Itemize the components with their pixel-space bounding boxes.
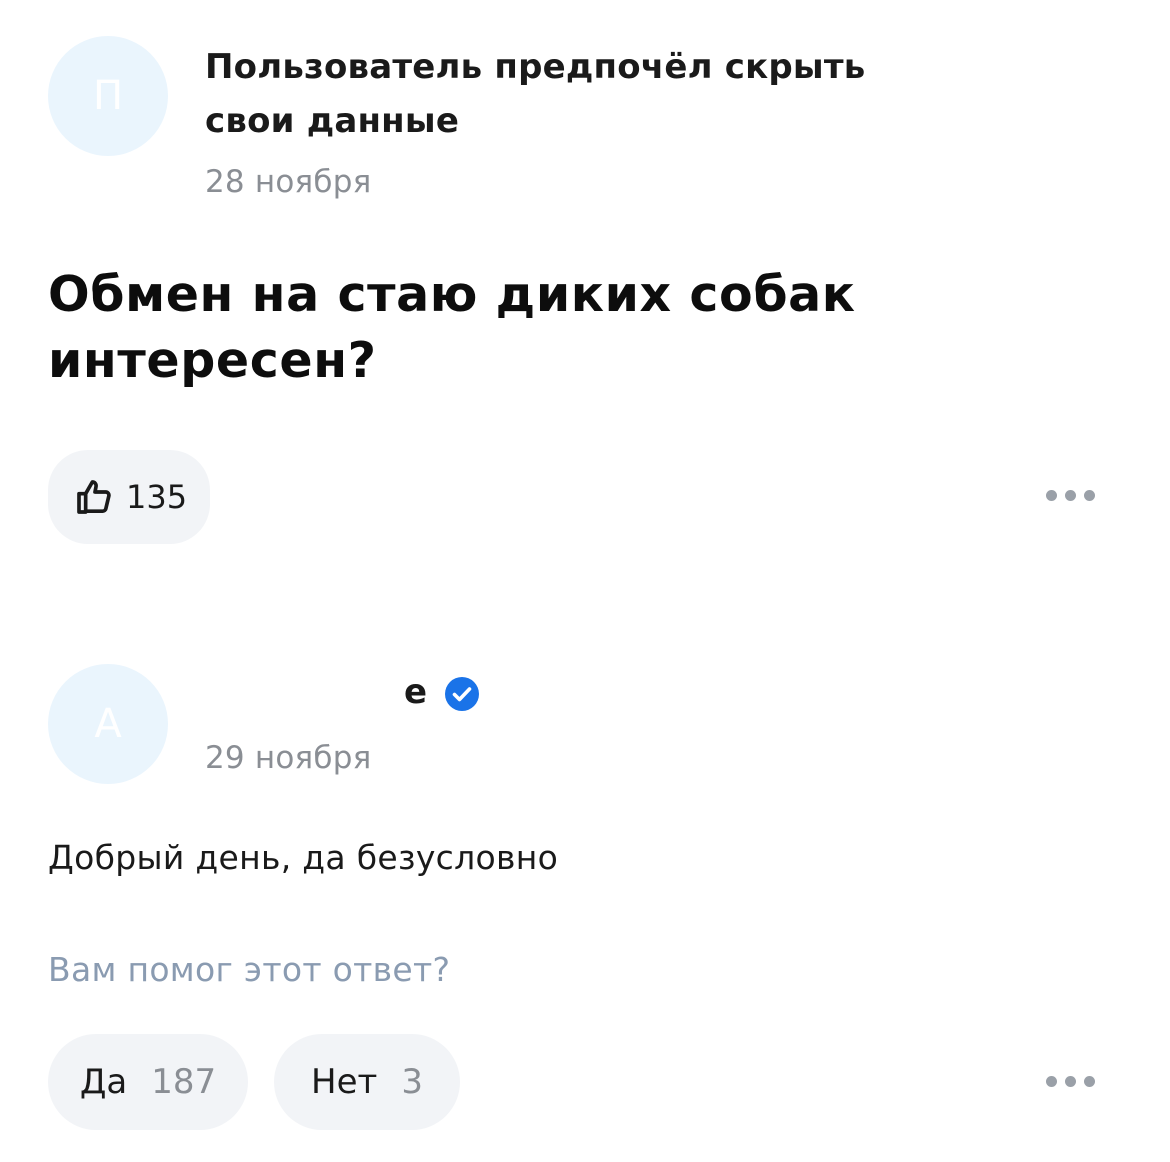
thumbs-up-icon [74,477,114,517]
question-author-name[interactable]: Пользователь предпочёл скрыть свои данны… [205,40,965,148]
like-button[interactable]: 135 [48,450,210,544]
like-count: 135 [126,478,188,516]
avatar-letter: А [94,701,122,747]
question-more-button[interactable] [1046,490,1095,501]
more-dots-icon [1046,1076,1057,1087]
helpful-question: Вам помог этот ответ? [48,950,451,989]
answer-more-button[interactable] [1046,1076,1095,1087]
more-dot [1065,1076,1076,1087]
answer-date: 29 ноября [205,740,372,776]
vote-no-button[interactable]: Нет 3 [274,1034,460,1130]
more-dot [1084,1076,1095,1087]
answer-text: Добрый день, да безусловно [48,838,559,877]
question-author-avatar[interactable]: П [48,36,168,156]
vote-yes-button[interactable]: Да 187 [48,1034,248,1130]
vote-yes-count: 187 [151,1062,217,1102]
vote-no-label: Нет [311,1062,378,1102]
verified-check-icon [444,676,480,712]
vote-no-count: 3 [401,1062,423,1102]
question-title: Обмен на стаю диких собак интересен? [48,266,856,389]
more-dot [1065,490,1076,501]
question-date: 28 ноября [205,164,372,200]
vote-yes-label: Да [79,1062,128,1102]
avatar-letter: П [92,73,124,119]
answer-author-avatar[interactable]: А [48,664,168,784]
more-dot [1084,490,1095,501]
answer-author-name-hidden [200,672,410,722]
more-dots-icon [1046,490,1057,501]
answer-author-name[interactable]: е [404,672,427,712]
